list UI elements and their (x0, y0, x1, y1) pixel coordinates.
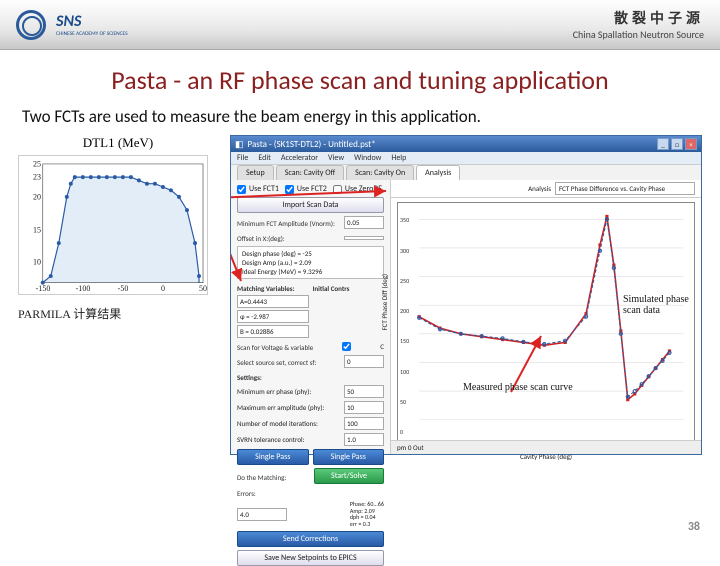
do-match-label: Do the Matching: (237, 473, 286, 482)
dtl1-plot-svg (19, 156, 207, 295)
maximize-button[interactable]: □ (671, 138, 683, 150)
slide-subtitle: Two FCTs are used to measure the beam en… (0, 106, 720, 135)
offset-label: Offset in X:(deg): (237, 234, 285, 243)
sns-logo: SNS CHINESE ACADEMY OF SCIENCES (16, 10, 136, 40)
slide-title: Pasta - an RF phase scan and tuning appl… (0, 64, 720, 96)
analysis-graph: 050100150200250300350-150-130-110-90-70-… (397, 202, 695, 450)
single-pass-button-2[interactable]: Single Pass (313, 449, 385, 465)
match3-select[interactable]: B = 0.02886 (237, 325, 309, 338)
header-right: 散裂中子源 China Spallation Neutron Source (573, 8, 704, 41)
min-fct-label: Minimum FCT Amplitude (Vnorm): (237, 219, 335, 228)
select-src-label: Select source set, correct sf: (237, 358, 316, 367)
menu-help[interactable]: Help (391, 153, 406, 163)
chk-fct1[interactable]: Use FCT1 (237, 184, 279, 194)
tab-analysis[interactable]: Analysis (416, 165, 460, 180)
import-scan-button[interactable]: Import Scan Data (237, 197, 384, 213)
scan-chk[interactable] (342, 342, 351, 351)
offset-input[interactable] (344, 236, 384, 240)
minimize-button[interactable]: _ (657, 138, 669, 150)
settings-label: Settings: (237, 373, 384, 382)
menu-edit[interactable]: Edit (258, 153, 271, 163)
tab-scan-cavity-off[interactable]: Scan: Cavity Off (276, 165, 344, 180)
menu-accelerator[interactable]: Accelerator (281, 153, 318, 163)
analysis-area: Analysis FCT Phase Difference vs. Cavity … (391, 180, 701, 454)
close-button[interactable]: × (685, 138, 697, 150)
left-caption: PARMILA 计算结果 (18, 305, 218, 322)
single-pass-button[interactable]: Single Pass (237, 449, 309, 465)
save-setpoints-button[interactable]: Save New Setpoints to EPICS (237, 550, 384, 566)
select-src-input[interactable]: 0 (344, 355, 384, 368)
min-err-input[interactable]: 50 (344, 385, 384, 398)
match2-select[interactable]: φ = -2.987 (237, 310, 309, 323)
titlebar: ◧ Pasta - (SK1ST-DTL2) - Untitled.pst* _… (231, 136, 701, 152)
send-corrections-button[interactable]: Send Corrections (237, 531, 384, 547)
chk-zerode[interactable]: Use ZeroDE (333, 184, 382, 194)
pasta-window: ◧ Pasta - (SK1ST-DTL2) - Untitled.pst* _… (230, 135, 702, 455)
analysis-graph-svg (398, 203, 694, 436)
graph-footer: pm 0 Out (391, 440, 701, 454)
menu-file[interactable]: File (237, 153, 248, 163)
graph-ylabel: FCT Phase Diff (deg) (380, 274, 389, 331)
analysis-label: Analysis (528, 184, 551, 193)
tab-scan-cavity-on[interactable]: Scan: Cavity On (346, 165, 414, 180)
tol-input[interactable]: 1.0 (344, 433, 384, 446)
scan-label: Scan for Voltage & variable (237, 343, 313, 352)
iter-input[interactable]: 100 (344, 417, 384, 430)
match1-select[interactable]: A=0.4443 (237, 295, 309, 308)
header-cn: 散裂中子源 (573, 8, 704, 28)
control-panel: Use FCT1 Use FCT2 Use ZeroDE Import Scan… (231, 180, 391, 454)
menu-window[interactable]: Window (354, 153, 381, 163)
err-ph-input[interactable]: 4.0 (237, 508, 287, 521)
logo-ring-icon (16, 10, 46, 40)
max-err-input[interactable]: 10 (344, 401, 384, 414)
design-box: Design phase (deg) = -25 Design Amp (a.u… (237, 246, 384, 279)
tab-strip: SetupScan: Cavity OffScan: Cavity OnAnal… (231, 165, 701, 180)
header-bar: SNS CHINESE ACADEMY OF SCIENCES 散裂中子源 Ch… (0, 0, 720, 50)
chk-fct2[interactable]: Use FCT2 (285, 184, 327, 194)
window-icon: ◧ (235, 139, 244, 150)
logo-main: SNS (56, 14, 136, 30)
left-chart: DTL1 (MeV) 1015202325 -150-100-50050 PAR… (18, 135, 218, 455)
menubar: File Edit Accelerator View Window Help (231, 152, 701, 165)
page-number: 38 (688, 520, 700, 534)
analysis-dropdown[interactable]: FCT Phase Difference vs. Cavity Phase (555, 182, 695, 195)
header-en: China Spallation Neutron Source (573, 28, 704, 41)
tab-setup[interactable]: Setup (237, 165, 274, 180)
dtl1-plot: 1015202325 -150-100-50050 (18, 155, 208, 295)
window-title: Pasta - (SK1ST-DTL2) - Untitled.pst* (248, 139, 655, 150)
matching-vars-label: Matching Variables: (237, 284, 309, 293)
menu-view[interactable]: View (328, 153, 344, 163)
start-solve-button[interactable]: Start/Solve (314, 468, 384, 484)
errors-label: Errors: (237, 489, 256, 498)
min-fct-input[interactable]: 0.05 (344, 216, 384, 229)
left-chart-title: DTL1 (MeV) (18, 135, 218, 151)
logo-sub: CHINESE ACADEMY OF SCIENCES (56, 30, 128, 35)
